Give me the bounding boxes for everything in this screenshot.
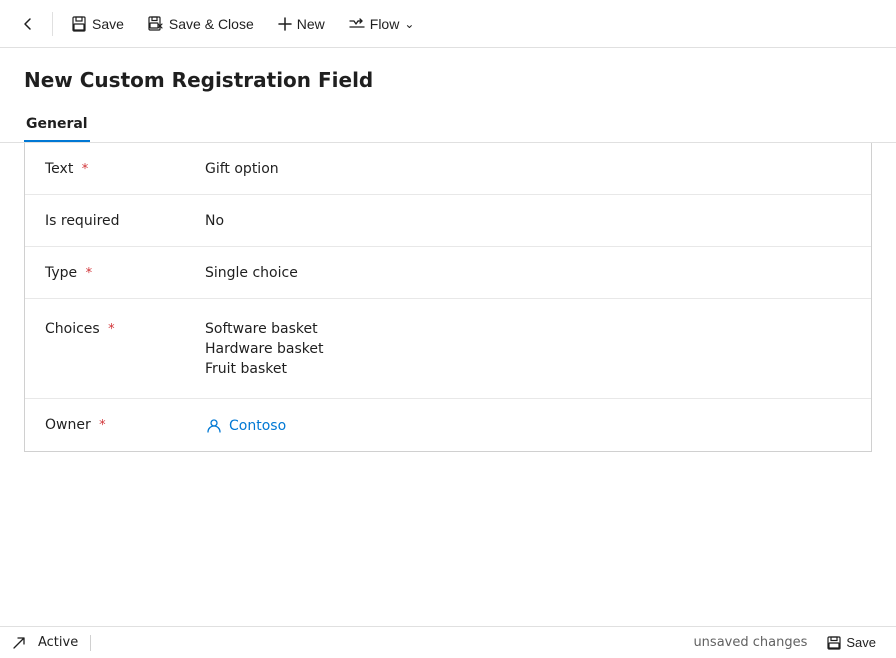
- form-container: Text * Gift option Is required No Type *…: [24, 143, 872, 452]
- save-close-button[interactable]: Save & Close: [138, 10, 264, 38]
- page-header: New Custom Registration Field: [0, 48, 896, 108]
- field-value-choices: Software basket Hardware basket Fruit ba…: [205, 319, 851, 377]
- flow-chevron-icon: ⌄: [404, 17, 414, 31]
- save-close-icon: [148, 16, 164, 32]
- toolbar-divider-1: [52, 12, 53, 36]
- flow-button[interactable]: Flow ⌄: [339, 10, 425, 38]
- save-close-label: Save & Close: [169, 16, 254, 32]
- owner-link[interactable]: Contoso: [205, 417, 851, 435]
- required-star-type: *: [86, 266, 93, 281]
- status-save-icon: [827, 636, 841, 650]
- form-row-is-required: Is required No: [25, 195, 871, 247]
- person-icon: [205, 417, 223, 435]
- new-button[interactable]: New: [268, 10, 335, 38]
- form-row-choices: Choices * Software basket Hardware baske…: [25, 299, 871, 399]
- status-bar-divider: [90, 635, 91, 651]
- status-active-label: Active: [38, 635, 78, 650]
- required-star-text: *: [82, 162, 89, 177]
- new-icon: [278, 17, 292, 31]
- tab-general[interactable]: General: [24, 108, 90, 142]
- new-label: New: [297, 16, 325, 32]
- form-row-owner: Owner * Contoso: [25, 399, 871, 451]
- save-button[interactable]: Save: [61, 10, 134, 38]
- save-label: Save: [92, 16, 124, 32]
- flow-icon: [349, 16, 365, 32]
- field-value-type: Single choice: [205, 263, 851, 281]
- field-label-owner: Owner *: [45, 415, 205, 433]
- required-star-owner: *: [99, 418, 106, 433]
- choice-item-1: Software basket: [205, 321, 851, 337]
- external-link-icon: [12, 636, 26, 650]
- main-content: New Custom Registration Field General Te…: [0, 48, 896, 626]
- form-row-type: Type * Single choice: [25, 247, 871, 299]
- field-label-is-required: Is required: [45, 211, 205, 229]
- choice-item-3: Fruit basket: [205, 361, 851, 377]
- field-value-owner: Contoso: [205, 415, 851, 435]
- owner-name: Contoso: [229, 418, 286, 434]
- page-title: New Custom Registration Field: [24, 68, 872, 92]
- field-value-text: Gift option: [205, 159, 851, 177]
- choice-item-2: Hardware basket: [205, 341, 851, 357]
- status-right: unsaved changes Save: [693, 631, 884, 654]
- field-label-text: Text *: [45, 159, 205, 177]
- form-area: Text * Gift option Is required No Type *…: [0, 143, 896, 626]
- status-save-label: Save: [846, 635, 876, 650]
- tabs: General: [0, 108, 896, 143]
- field-value-is-required: No: [205, 211, 851, 229]
- back-icon: [20, 16, 36, 32]
- required-star-choices: *: [108, 322, 115, 337]
- toolbar: Save Save & Close New Flow ⌄: [0, 0, 896, 48]
- flow-label: Flow: [370, 16, 400, 32]
- field-label-choices: Choices *: [45, 319, 205, 337]
- unsaved-changes-label: unsaved changes: [693, 635, 807, 650]
- save-icon: [71, 16, 87, 32]
- status-left: Active: [12, 635, 91, 651]
- status-bar: Active unsaved changes Save: [0, 626, 896, 658]
- form-row-text: Text * Gift option: [25, 143, 871, 195]
- field-label-type: Type *: [45, 263, 205, 281]
- status-save-button[interactable]: Save: [819, 631, 884, 654]
- back-button[interactable]: [12, 8, 44, 40]
